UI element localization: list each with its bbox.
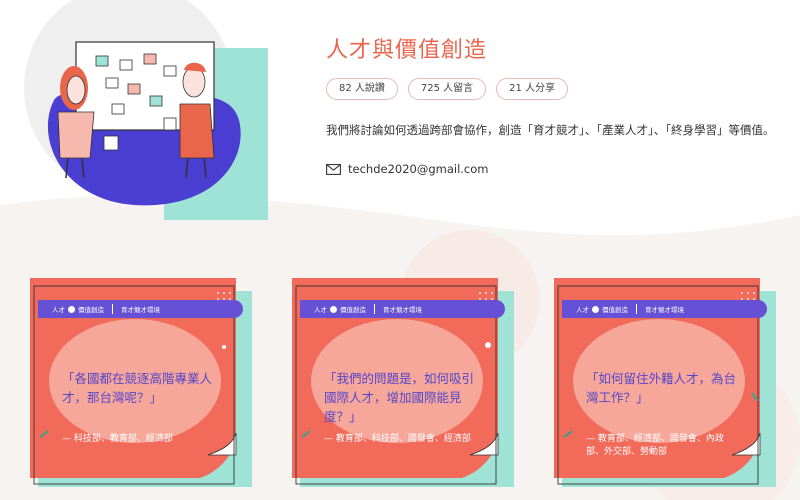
quote-card-3[interactable]: 人才 價值創造 育才競才環境 「如何留住外籍人才，為台灣工作？」 — 教育部、經… xyxy=(554,273,784,495)
card-banner: 人才 價值創造 育才競才環境 xyxy=(38,300,243,318)
brand-dot-icon xyxy=(592,305,599,313)
banner-tag: 育才競才環境 xyxy=(383,306,422,314)
comments-count-badge[interactable]: 725 人留言 xyxy=(407,78,487,100)
card-banner: 人才 價值創造 育才競才環境 xyxy=(300,300,505,318)
card-quote: 「如何留住外籍人才，為台灣工作？」 xyxy=(586,371,737,405)
email-link[interactable]: techde2020@gmail.com xyxy=(326,162,489,176)
brand-left: 人才 xyxy=(52,306,65,314)
brand-right: 價值創造 xyxy=(602,306,628,314)
card-departments: — 教育部、科技部、國發會、經濟部 xyxy=(324,434,471,444)
email-address: techde2020@gmail.com xyxy=(348,162,489,176)
hero-illustration xyxy=(24,0,274,225)
shares-count-badge[interactable]: 21 人分享 xyxy=(496,78,569,100)
card-quote: 「各國都在競逐高階專業人才，那台灣呢？」 xyxy=(62,371,213,405)
banner-separator xyxy=(112,304,113,314)
card-departments: — 教育部、經濟部、國發會、內政部、外交部、勞動部 xyxy=(586,434,724,457)
stats-row: 82 人說讚 725 人留言 21 人分享 xyxy=(326,78,569,100)
brand-right: 價值創造 xyxy=(340,306,366,314)
brand-left: 人才 xyxy=(576,306,589,314)
likes-count-badge[interactable]: 82 人說讚 xyxy=(326,78,398,100)
banner-tag: 育才競才環境 xyxy=(645,306,684,314)
quote-card-2[interactable]: 人才 價值創造 育才競才環境 「我們的問題是，如何吸引國際人才，增加國際能見度？… xyxy=(292,273,522,495)
brand-dot-icon xyxy=(68,305,75,313)
hero-description: 我們將討論如何透過跨部會協作，創造「育才競才」、「產業人才」、「終身學習」等價值… xyxy=(326,123,775,137)
quote-card-1[interactable]: 人才 價值創造 育才競才環境 「各國都在競逐高階專業人才，那台灣呢？」 — 科技… xyxy=(30,273,260,495)
card-departments: — 科技部、教育部、經濟部 xyxy=(62,434,173,444)
card-quote: 「我們的問題是，如何吸引國際人才，增加國際能見度？」 xyxy=(324,371,475,424)
banner-tag: 育才競才環境 xyxy=(121,306,160,314)
people-whiteboard-illustration-icon xyxy=(24,0,268,220)
envelope-icon xyxy=(326,163,341,175)
page-title: 人才與價值創造 xyxy=(326,38,488,63)
banner-separator xyxy=(636,304,637,314)
banner-separator xyxy=(374,304,375,314)
brand-left: 人才 xyxy=(314,306,327,314)
card-banner: 人才 價值創造 育才競才環境 xyxy=(562,300,767,318)
brand-right: 價值創造 xyxy=(78,306,104,314)
brand-dot-icon xyxy=(330,305,337,313)
